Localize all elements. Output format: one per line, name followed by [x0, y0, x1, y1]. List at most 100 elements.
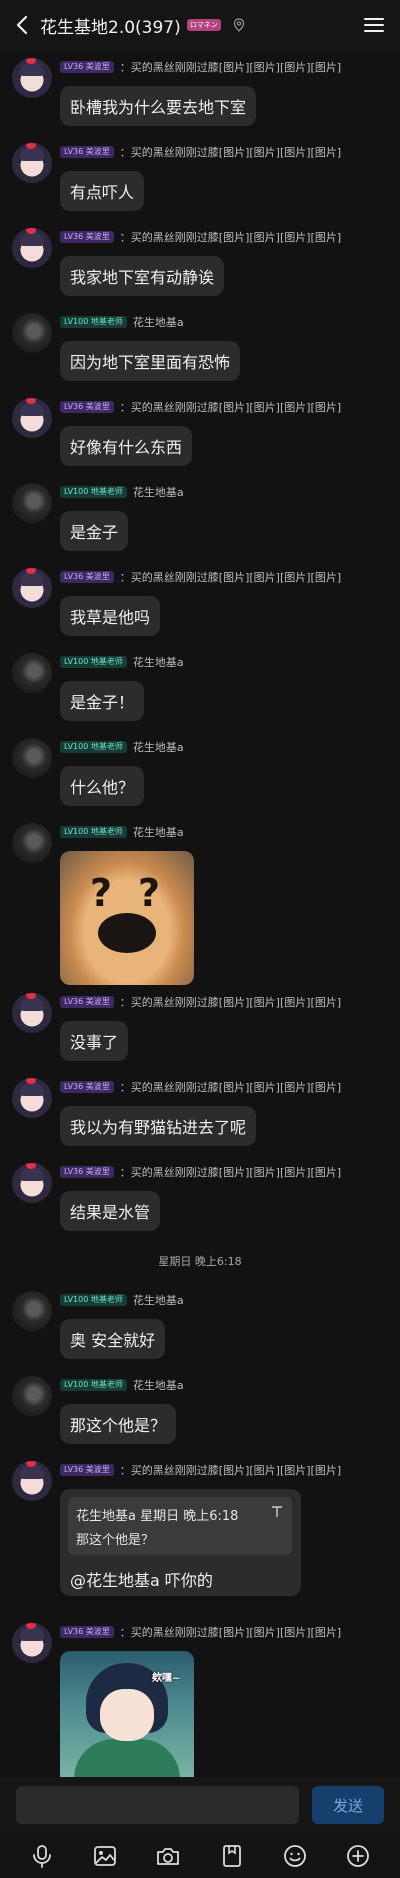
group-title[interactable]: 花生基地2.0(397) — [40, 13, 181, 38]
sender-name[interactable]: 花生地基a — [133, 739, 184, 755]
sender-name[interactable]: ：买的黑丝刚刚过膝[图片][图片][图片][图片] — [120, 1624, 341, 1640]
back-button[interactable] — [4, 0, 40, 50]
chat-header: 花生基地2.0(397) ロマネン — [0, 0, 400, 50]
level-badge: LV36 美波里 — [60, 1626, 114, 1638]
avatar[interactable] — [12, 398, 52, 438]
message-item: LV36 美波里 ：买的黑丝刚刚过膝[图片][图片][图片][图片] 欸嘿~ — [0, 1619, 400, 1777]
message-item: LV100 地基老师 花生地基a 是金子！ — [0, 649, 400, 725]
message-input[interactable] — [16, 1786, 299, 1824]
avatar[interactable] — [12, 58, 52, 98]
sender-name[interactable]: ：买的黑丝刚刚过膝[图片][图片][图片][图片] — [120, 144, 341, 160]
level-badge: LV100 地基老师 — [60, 486, 127, 498]
sender-meta: LV36 美波里 ：买的黑丝刚刚过膝[图片][图片][图片][图片] — [60, 400, 341, 414]
image-message[interactable]: 欸嘿~ — [60, 1651, 194, 1777]
avatar[interactable] — [12, 483, 52, 523]
avatar[interactable] — [12, 993, 52, 1033]
message-bubble[interactable]: 什么他？ — [60, 766, 145, 806]
level-badge: LV36 美波里 — [60, 1081, 114, 1093]
message-item: LV36 美波里 ：买的黑丝刚刚过膝[图片][图片][图片][图片] 我草是他吗 — [0, 564, 400, 640]
input-bar: 发送 — [0, 1777, 400, 1833]
sender-name[interactable]: 花生地基a — [133, 654, 184, 670]
message-item: LV100 地基老师 花生地基a 那这个他是？ — [0, 1372, 400, 1448]
message-bubble[interactable]: 结果是水管 — [60, 1191, 161, 1231]
avatar[interactable] — [12, 568, 52, 608]
message-item: LV100 地基老师 花生地基a ? ? — [0, 819, 400, 991]
sender-meta: LV36 美波里 ：买的黑丝刚刚过膝[图片][图片][图片][图片] — [60, 1463, 341, 1477]
message-item: LV36 美波里 ：买的黑丝刚刚过膝[图片][图片][图片][图片] 我家地下室… — [0, 224, 400, 300]
plus-icon[interactable] — [343, 1841, 373, 1871]
sender-name[interactable]: 花生地基a — [133, 824, 184, 840]
sender-meta: LV36 美波里 ：买的黑丝刚刚过膝[图片][图片][图片][图片] — [60, 230, 341, 244]
avatar[interactable] — [12, 738, 52, 778]
reply-bubble[interactable]: 花生地基a 星期日 晚上6:18 那这个他是？ @花生地基a 吓你的 — [60, 1489, 301, 1596]
sender-name[interactable]: ：买的黑丝刚刚过膝[图片][图片][图片][图片] — [120, 1164, 341, 1180]
message-bubble[interactable]: 好像有什么东西 — [60, 426, 193, 466]
send-button[interactable]: 发送 — [312, 1786, 384, 1824]
message-item: LV100 地基老师 花生地基a 什么他？ — [0, 734, 400, 810]
level-badge: LV36 美波里 — [60, 401, 114, 413]
sender-name[interactable]: 花生地基a — [133, 314, 184, 330]
message-bubble[interactable]: 是金子！ — [60, 681, 145, 721]
camera-icon[interactable] — [153, 1841, 183, 1871]
avatar[interactable] — [12, 1078, 52, 1118]
group-badge: ロマネン — [186, 19, 221, 31]
sender-name[interactable]: ：买的黑丝刚刚过膝[图片][图片][图片][图片] — [120, 994, 341, 1010]
sender-name[interactable]: ：买的黑丝刚刚过膝[图片][图片][图片][图片] — [120, 399, 341, 415]
level-badge: LV36 美波里 — [60, 231, 114, 243]
sender-meta: LV36 美波里 ：买的黑丝刚刚过膝[图片][图片][图片][图片] — [60, 1625, 341, 1639]
image-message[interactable]: ? ? — [60, 851, 194, 985]
sender-meta: LV100 地基老师 花生地基a — [60, 825, 184, 839]
hamburger-icon — [364, 18, 384, 32]
avatar[interactable] — [12, 1461, 52, 1501]
level-badge: LV100 地基老师 — [60, 741, 127, 753]
message-bubble[interactable]: 是金子 — [60, 511, 129, 551]
level-badge: LV100 地基老师 — [60, 1294, 127, 1306]
sender-name[interactable]: ：买的黑丝刚刚过膝[图片][图片][图片][图片] — [120, 229, 341, 245]
quoted-message[interactable]: 花生地基a 星期日 晚上6:18 那这个他是？ — [68, 1497, 292, 1555]
sender-name[interactable]: ：买的黑丝刚刚过膝[图片][图片][图片][图片] — [120, 569, 341, 585]
avatar[interactable] — [12, 143, 52, 183]
menu-button[interactable] — [362, 13, 386, 37]
message-item: LV36 美波里 ：买的黑丝刚刚过膝[图片][图片][图片][图片] 好像有什么… — [0, 394, 400, 470]
level-badge: LV36 美波里 — [60, 571, 114, 583]
message-bubble[interactable]: 我以为有野猫钻进去了呢 — [60, 1106, 257, 1146]
message-bubble[interactable]: 没事了 — [60, 1021, 129, 1061]
sender-name[interactable]: ：买的黑丝刚刚过膝[图片][图片][图片][图片] — [120, 59, 341, 75]
avatar[interactable] — [12, 1291, 52, 1331]
location-pin-icon[interactable] — [231, 17, 247, 33]
level-badge: LV36 美波里 — [60, 146, 114, 158]
avatar[interactable] — [12, 653, 52, 693]
avatar[interactable] — [12, 823, 52, 863]
sender-name[interactable]: 花生地基a — [133, 1292, 184, 1308]
avatar[interactable] — [12, 1623, 52, 1663]
sender-name[interactable]: 花生地基a — [133, 484, 184, 500]
sender-meta: LV36 美波里 ：买的黑丝刚刚过膝[图片][图片][图片][图片] — [60, 1080, 341, 1094]
message-bubble[interactable]: 有点吓人 — [60, 171, 145, 211]
level-badge: LV100 地基老师 — [60, 1379, 127, 1391]
message-bubble[interactable]: 我草是他吗 — [60, 596, 161, 636]
message-bubble[interactable]: 奥 安全就好 — [60, 1319, 166, 1359]
image-icon[interactable] — [90, 1841, 120, 1871]
pin-icon — [272, 1506, 282, 1517]
level-badge: LV36 美波里 — [60, 1166, 114, 1178]
level-badge: LV36 美波里 — [60, 61, 114, 73]
avatar[interactable] — [12, 313, 52, 353]
mic-icon[interactable] — [27, 1841, 57, 1871]
sender-name[interactable]: 花生地基a — [133, 1377, 184, 1393]
avatar[interactable] — [12, 1163, 52, 1203]
message-bubble[interactable]: 我家地下室有动静诶 — [60, 256, 225, 296]
sender-name[interactable]: ：买的黑丝刚刚过膝[图片][图片][图片][图片] — [120, 1462, 341, 1478]
avatar[interactable] — [12, 1376, 52, 1416]
message-bubble[interactable]: 那这个他是？ — [60, 1404, 177, 1444]
emoji-icon[interactable] — [280, 1841, 310, 1871]
file-icon[interactable] — [217, 1841, 247, 1871]
sender-meta: LV36 美波里 ：买的黑丝刚刚过膝[图片][图片][图片][图片] — [60, 570, 341, 584]
avatar[interactable] — [12, 228, 52, 268]
sender-meta: LV100 地基老师 花生地基a — [60, 655, 184, 669]
sticker-text: 欸嘿~ — [152, 1673, 181, 1684]
message-bubble[interactable]: 因为地下室里面有恐怖 — [60, 341, 241, 381]
message-item: LV36 美波里 ：买的黑丝刚刚过膝[图片][图片][图片][图片] 花生地基a… — [0, 1457, 400, 1603]
sender-name[interactable]: ：买的黑丝刚刚过膝[图片][图片][图片][图片] — [120, 1079, 341, 1095]
message-list[interactable]: LV36 美波里 ：买的黑丝刚刚过膝[图片][图片][图片][图片] 卧槽我为什… — [0, 50, 400, 1777]
message-bubble[interactable]: 卧槽我为什么要去地下室 — [60, 86, 257, 126]
